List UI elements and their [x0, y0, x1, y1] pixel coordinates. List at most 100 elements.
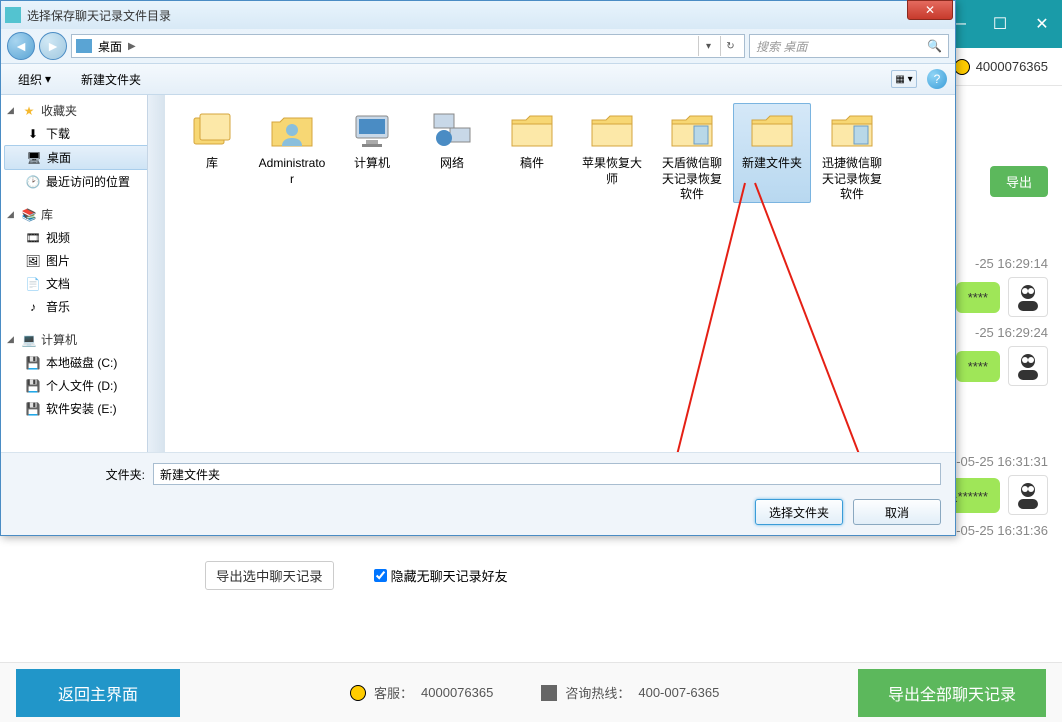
dialog-title: 选择保存聊天记录文件目录: [27, 7, 171, 24]
tree-computer-header[interactable]: ◢ 💻 计算机: [1, 328, 164, 351]
address-bar[interactable]: 桌面 ▶ ▾ ↻: [71, 34, 745, 58]
dialog-icon: [5, 7, 21, 23]
dialog-footer: 文件夹: 选择文件夹 取消: [1, 452, 955, 535]
folder-picker-dialog: 选择保存聊天记录文件目录 ✕ ◄ ► 桌面 ▶ ▾ ↻ 搜索 桌面 🔍 组织 ▾…: [0, 0, 956, 536]
tree-item-videos[interactable]: 🎞视频: [1, 226, 164, 249]
dialog-close-button[interactable]: ✕: [907, 0, 953, 20]
export-selected-button[interactable]: 导出选中聊天记录: [205, 561, 334, 590]
refresh-icon[interactable]: ↻: [720, 36, 740, 56]
folder-icon: [348, 108, 396, 152]
tree-item-drive-e[interactable]: 💾 软件安装 (E:): [1, 397, 164, 420]
tree-label: 库: [41, 206, 53, 223]
desktop-icon: [76, 39, 92, 53]
tree-label: 图片: [46, 252, 70, 269]
avatar: [1008, 277, 1048, 317]
back-main-button[interactable]: 返回主界面: [16, 669, 180, 717]
new-folder-button[interactable]: 新建文件夹: [72, 67, 150, 92]
export-all-button[interactable]: 导出全部聊天记录: [858, 669, 1046, 717]
disk-icon: 💾: [25, 402, 41, 416]
view-mode-button[interactable]: ▦ ▾: [891, 70, 917, 88]
tree-item-recent[interactable]: 🕑 最近访问的位置: [1, 170, 164, 193]
nav-forward-button[interactable]: ►: [39, 32, 67, 60]
file-grid[interactable]: 库 Administrator计算机网络稿件 苹果恢复大师天盾微信聊天记录恢复软件新…: [165, 95, 955, 452]
computer-icon: 💻: [21, 333, 37, 347]
chat-bubble: ****: [956, 282, 1000, 313]
annotation-arrow: [655, 173, 955, 452]
video-icon: 🎞: [25, 231, 41, 245]
tree-label: 下载: [46, 125, 70, 142]
tree-item-documents[interactable]: 📄文档: [1, 272, 164, 295]
hide-empty-label: 隐藏无聊天记录好友: [391, 566, 508, 585]
search-placeholder: 搜索 桌面: [756, 38, 807, 55]
address-text: 桌面: [98, 38, 122, 55]
file-item[interactable]: 新建文件夹: [733, 103, 811, 203]
hide-empty-checkbox[interactable]: 隐藏无聊天记录好友: [374, 566, 508, 585]
tree-label: 最近访问的位置: [46, 173, 130, 190]
folder-icon: [268, 108, 316, 152]
tree-label: 收藏夹: [41, 102, 77, 119]
file-label: 库: [206, 156, 218, 172]
footer: 返回主界面 客服： 4000076365 咨询热线： 400-007-6365 …: [0, 662, 1062, 722]
star-icon: ★: [21, 104, 37, 118]
tree-item-music[interactable]: ♪ 音乐: [1, 295, 164, 318]
folder-icon: [588, 108, 636, 152]
maximize-icon[interactable]: ☐: [988, 12, 1012, 36]
file-item[interactable]: 稿件: [493, 103, 571, 203]
search-icon: 🔍: [927, 39, 942, 53]
file-label: 苹果恢复大师: [578, 156, 646, 187]
folder-icon: [668, 108, 716, 152]
tree-item-downloads[interactable]: ⬇ 下载: [1, 122, 164, 145]
folder-name-input[interactable]: [153, 463, 941, 485]
nav-back-button[interactable]: ◄: [7, 32, 35, 60]
address-dropdown-icon[interactable]: ▾: [698, 36, 718, 56]
folder-icon: [188, 108, 236, 152]
download-icon: ⬇: [25, 127, 41, 141]
file-label: 稿件: [520, 156, 544, 172]
file-item[interactable]: 迅捷微信聊天记录恢复软件: [813, 103, 891, 203]
lower-controls: 导出选中聊天记录 隐藏无聊天记录好友: [205, 561, 508, 590]
folder-icon: [428, 108, 476, 152]
tree-item-drive-c[interactable]: 💾本地磁盘 (C:): [1, 351, 164, 374]
file-item[interactable]: 天盾微信聊天记录恢复软件: [653, 103, 731, 203]
avatar: [1008, 475, 1048, 515]
picture-icon: 🖼: [25, 254, 41, 268]
tree-libraries-header[interactable]: ◢ 📚 库: [1, 203, 164, 226]
qq-icon: [954, 59, 970, 75]
tree-item-drive-d[interactable]: 💾个人文件 (D:): [1, 374, 164, 397]
qq-icon: [350, 685, 366, 701]
hide-empty-check-input[interactable]: [374, 569, 387, 582]
disk-icon: 💾: [25, 356, 41, 370]
file-item[interactable]: 苹果恢复大师: [573, 103, 651, 203]
organize-button[interactable]: 组织 ▾: [9, 67, 60, 92]
file-item[interactable]: 网络: [413, 103, 491, 203]
file-item[interactable]: 计算机: [333, 103, 411, 203]
chat-bubble: ****: [956, 351, 1000, 382]
hotline-label: 咨询热线：: [565, 683, 630, 702]
tree-favorites-header[interactable]: ◢ ★ 收藏夹: [1, 99, 164, 122]
select-folder-button[interactable]: 选择文件夹: [755, 499, 843, 525]
tree-label: 个人文件 (D:): [46, 377, 117, 394]
tree-item-pictures[interactable]: 🖼 图片: [1, 249, 164, 272]
caret-down-icon: ◢: [7, 334, 17, 345]
music-icon: ♪: [25, 300, 41, 314]
avatar: [1008, 346, 1048, 386]
search-input[interactable]: 搜索 桌面 🔍: [749, 34, 949, 58]
nav-bar: ◄ ► 桌面 ▶ ▾ ↻ 搜索 桌面 🔍: [1, 29, 955, 63]
file-item[interactable]: 库: [173, 103, 251, 203]
service-phone: 4000076365: [421, 685, 493, 700]
cancel-button[interactable]: 取消: [853, 499, 941, 525]
recent-icon: 🕑: [25, 175, 41, 189]
caret-down-icon: ◢: [7, 209, 17, 220]
file-label: Administrator: [258, 156, 326, 187]
file-item[interactable]: Administrator: [253, 103, 331, 203]
file-label: 天盾微信聊天记录恢复软件: [658, 156, 726, 203]
dialog-toolbar: 组织 ▾ 新建文件夹 ▦ ▾ ?: [1, 63, 955, 95]
tree-label: 软件安装 (E:): [46, 400, 117, 417]
tree-label: 音乐: [46, 298, 70, 315]
tree-item-desktop[interactable]: 🖥桌面: [4, 145, 161, 170]
phone-icon: [541, 685, 557, 701]
close-icon[interactable]: ✕: [1030, 12, 1054, 36]
sidebar-tree: ◢ ★ 收藏夹 ⬇ 下载 🖥桌面 🕑 最近访问的位置 ◢ 📚 库 🎞视频 🖼 图片 📄…: [1, 95, 165, 452]
desktop-icon: 🖥: [26, 151, 42, 165]
help-icon[interactable]: ?: [927, 69, 947, 89]
